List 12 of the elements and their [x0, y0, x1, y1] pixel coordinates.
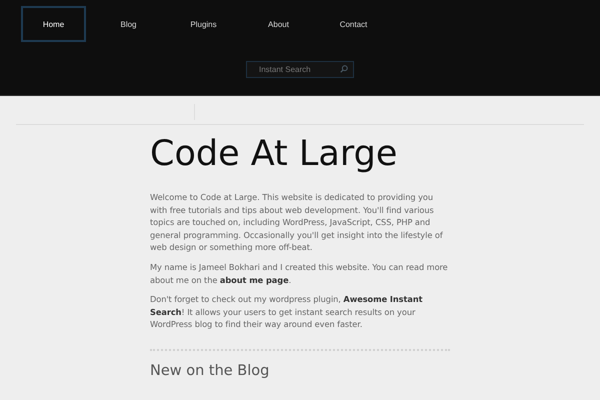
nav-tab[interactable]: Home: [21, 6, 86, 42]
nav-tab[interactable]: About: [246, 6, 311, 42]
search-field[interactable]: Instant Search: [246, 61, 354, 78]
intro-paragraph: Don't forget to check out my wordpress plugin, Awesome Instant Search! It allows your users to get instant search results on your WordPress blog to find their way around even faster.: [150, 293, 424, 331]
nav-tab[interactable]: Plugins: [171, 6, 236, 42]
section-heading: New on the Blog: [150, 362, 270, 379]
intro-paragraph: My name is Jameel Bokhari and I created this website. You can read more about me on the about me page.: [150, 260, 449, 286]
search-icon[interactable]: [340, 65, 348, 73]
nav-tab[interactable]: Contact: [321, 6, 386, 42]
intro-paragraph: Welcome to Code at Large. This website is dedicated to providing you with free tutorials and tips about web development. You'll find various topics are touched on, including WordPress, JavaScript, CSS, PHP and general programming. Occasionally you'll get insight into the lifestyle of web design or something more off-beat.: [150, 191, 444, 254]
nav-tab[interactable]: Blog: [96, 6, 161, 42]
site-title: Code At Large: [150, 133, 398, 176]
